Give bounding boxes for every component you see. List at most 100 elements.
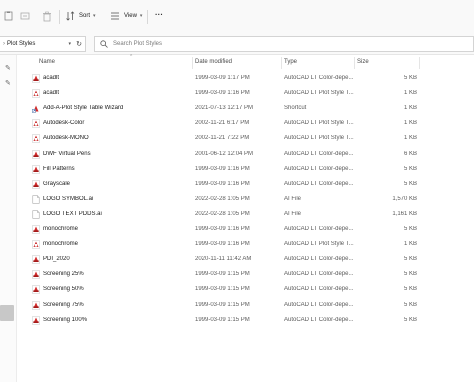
file-row[interactable]: monochrome 1999-03-09 1:16 PM AutoCAD LT P… <box>17 237 474 252</box>
file-name: monochrome <box>43 241 79 248</box>
file-size: 1,161 KB <box>392 210 417 217</box>
address-bar[interactable]: › Plot Styles ▾ ↻ <box>0 36 86 52</box>
navigation-pane: ✎ ✎ <box>0 55 17 382</box>
nav-scrollbar-thumb[interactable] <box>0 305 14 321</box>
ai-file-icon <box>32 195 40 204</box>
file-row[interactable]: Screening 75% 1999-03-09 1:15 PM AutoCAD L… <box>17 298 474 313</box>
file-row[interactable]: LOGO TEXT PDDS.ai 2022-02-28 1:05 PM AI Fi… <box>17 207 474 222</box>
file-row[interactable]: Fill Patterns 1999-03-09 1:16 PM AutoCAD L… <box>17 162 474 177</box>
file-row[interactable]: PDI_2020 2020-11-11 11:42 AM AutoCAD LT Co… <box>17 252 474 267</box>
file-row[interactable]: Autodesk-Color 2002-11-21 6:17 PM AutoCAD … <box>17 116 474 131</box>
sort-button[interactable]: Sort ▾ <box>66 11 96 21</box>
file-date-modified: 1999-03-09 1:16 PM <box>195 180 250 187</box>
ctb-icon <box>32 315 40 325</box>
file-name: Screening 100% <box>43 316 88 323</box>
column-divider[interactable] <box>354 57 355 69</box>
file-type: Shortcut <box>284 105 307 112</box>
search-box[interactable]: Search Plot Styles <box>94 36 474 52</box>
file-name: Grayscale <box>43 180 71 187</box>
file-size: 5 KB <box>403 256 417 263</box>
file-type: AutoCAD LT Color-depe... <box>284 165 354 172</box>
column-type[interactable]: Type <box>284 59 297 65</box>
file-type: AutoCAD LT Color-depe... <box>284 316 354 323</box>
file-type: AutoCAD LT Color-depe... <box>284 271 354 278</box>
file-name: LOGO SYMBOL.ai <box>43 195 94 202</box>
file-size: 1 KB <box>403 105 417 112</box>
ai-file-icon <box>32 210 40 219</box>
file-row[interactable]: monochrome 1999-03-09 1:16 PM AutoCAD LT C… <box>17 222 474 237</box>
rename-icon[interactable] <box>20 11 30 21</box>
file-type: AutoCAD LT Color-depe... <box>284 180 354 187</box>
file-size: 6 KB <box>403 150 417 157</box>
file-row[interactable]: Screening 25% 1999-03-09 1:15 PM AutoCAD L… <box>17 267 474 282</box>
ctb-icon <box>32 255 40 264</box>
address-row: › Plot Styles ▾ ↻ Search Plot Styles <box>0 33 474 55</box>
file-name: Screening 50% <box>43 286 84 293</box>
file-row[interactable]: Screening 50% 1999-03-09 1:15 PM AutoCAD L… <box>17 282 474 297</box>
column-divider[interactable] <box>192 57 193 69</box>
chevron-down-icon: ▾ <box>139 13 143 19</box>
file-date-modified: 1999-03-09 1:17 PM <box>195 75 250 81</box>
file-size: 5 KB <box>403 316 417 323</box>
file-row[interactable]: acadlt 1999-03-09 1:16 PM AutoCAD LT Plot … <box>17 86 474 101</box>
breadcrumb-current[interactable]: Plot Styles <box>7 41 35 47</box>
delete-icon[interactable] <box>42 11 52 22</box>
file-date-modified: 1999-03-09 1:16 PM <box>195 165 250 172</box>
file-size: 5 KB <box>403 271 417 278</box>
pin-icon[interactable]: ✎ <box>5 64 11 72</box>
file-date-modified: 2022-02-28 1:05 PM <box>195 210 250 217</box>
file-row[interactable]: acadlt 1999-03-09 1:17 PM AutoCAD LT Color… <box>17 71 474 86</box>
view-icon <box>111 12 119 20</box>
file-date-modified: 1999-03-09 1:15 PM <box>195 286 250 293</box>
file-date-modified: 1999-03-09 1:16 PM <box>195 90 250 97</box>
file-type: AI File <box>284 195 302 202</box>
file-row[interactable]: Add-A-Plot Style Table Wizard 2021-07-13 … <box>17 101 474 116</box>
column-name[interactable]: Name <box>39 59 55 65</box>
paste-icon[interactable] <box>4 11 14 21</box>
stb-icon <box>32 240 40 249</box>
file-date-modified: 1999-03-09 1:15 PM <box>195 271 250 278</box>
file-row[interactable]: Grayscale 1999-03-09 1:16 PM AutoCAD LT Co… <box>17 177 474 192</box>
toolbar-divider <box>59 10 60 24</box>
pin-icon[interactable]: ✎ <box>5 79 11 87</box>
view-button[interactable]: View ▾ <box>110 11 142 21</box>
file-row[interactable]: LOGO SYMBOL.ai 2022-02-28 1:05 PM AI File 1… <box>17 192 474 207</box>
ctb-icon <box>32 300 40 310</box>
file-size: 1 KB <box>403 135 417 142</box>
file-date-modified: 2021-07-13 12:17 PM <box>195 105 254 112</box>
column-size[interactable]: Size <box>357 59 369 65</box>
file-type: AutoCAD LT Color-depe... <box>284 301 354 308</box>
file-date-modified: 1999-03-09 1:16 PM <box>195 241 250 248</box>
file-date-modified: 2022-02-28 1:05 PM <box>195 195 250 202</box>
file-type: AutoCAD LT Plot Style T... <box>284 90 354 97</box>
ctb-icon <box>32 225 40 234</box>
file-row[interactable]: DWF Virtual Pens 2001-06-12 12:04 PM AutoC… <box>17 147 474 162</box>
column-divider[interactable] <box>419 57 420 69</box>
file-size: 5 KB <box>403 180 417 187</box>
command-bar: Sort ▾ View ▾ ··· <box>0 0 474 33</box>
file-name: acadlt <box>43 90 60 97</box>
file-type: AutoCAD LT Color-depe... <box>284 150 354 157</box>
search-placeholder: Search Plot Styles <box>113 41 163 47</box>
stb-icon <box>32 89 40 98</box>
file-size: 5 KB <box>403 301 417 308</box>
file-row[interactable]: Autodesk-MONO 2002-11-21 7:22 PM AutoCAD L… <box>17 131 474 146</box>
file-size: 1 KB <box>403 90 417 97</box>
ctb-icon <box>32 179 40 189</box>
file-row[interactable]: Screening 100% 1999-03-09 1:15 PM AutoCAD … <box>17 313 474 328</box>
stb-icon <box>32 119 40 129</box>
file-size: 1 KB <box>403 120 417 127</box>
file-type: AutoCAD LT Plot Style T... <box>284 135 354 142</box>
file-size: 1,570 KB <box>392 195 417 202</box>
file-date-modified: 2020-11-11 11:42 AM <box>195 256 252 263</box>
column-divider[interactable] <box>281 57 282 69</box>
ctb-icon <box>32 270 40 280</box>
more-options-button[interactable]: ··· <box>155 10 163 19</box>
chevron-down-icon[interactable]: ▾ <box>68 41 71 47</box>
column-date-modified[interactable]: Date modified <box>195 59 232 65</box>
file-size: 5 KB <box>403 226 417 232</box>
file-type: AutoCAD LT Color-depe... <box>284 75 354 81</box>
refresh-icon[interactable]: ↻ <box>76 40 82 48</box>
file-name: Screening 25% <box>43 271 84 278</box>
file-name: Add-A-Plot Style Table Wizard <box>43 105 124 112</box>
